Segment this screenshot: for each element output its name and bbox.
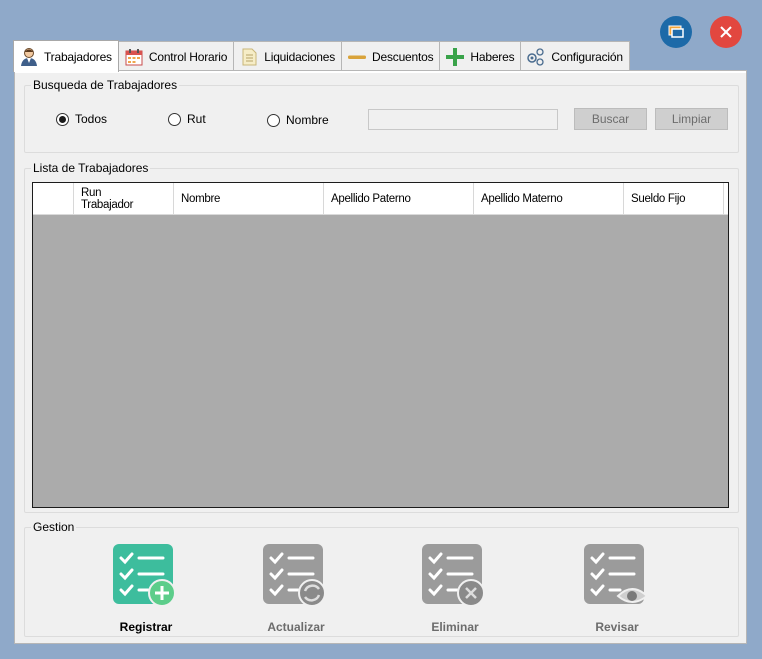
column-header-nombre[interactable]: Nombre <box>174 183 324 214</box>
tab-configuracion[interactable]: Configuración <box>520 41 630 71</box>
tab-label: Trabajadores <box>44 49 112 64</box>
radio-circle <box>56 112 69 126</box>
tab-trabajadores[interactable]: Trabajadores <box>13 40 119 72</box>
checklist-view-icon <box>584 544 650 610</box>
tab-strip: Trabajadores Control Horario Liquidacion… <box>13 40 630 72</box>
tab-control-horario[interactable]: Control Horario <box>117 41 235 71</box>
tab-haberes[interactable]: Haberes <box>439 41 522 71</box>
checklist-add-icon <box>113 544 179 610</box>
radio-circle <box>267 113 280 127</box>
plus-icon <box>445 47 465 67</box>
eliminar-button[interactable]: Eliminar <box>400 544 510 634</box>
column-header-apellido-materno[interactable]: Apellido Materno <box>474 183 624 214</box>
list-group-title: Lista de Trabajadores <box>31 161 151 175</box>
action-label: Eliminar <box>431 620 479 634</box>
document-icon <box>239 47 259 67</box>
search-button[interactable]: Buscar <box>574 108 647 130</box>
column-header-apellido-paterno[interactable]: Apellido Paterno <box>324 183 474 214</box>
minus-icon <box>347 47 367 67</box>
tab-label: Descuentos <box>372 49 434 64</box>
radio-nombre[interactable]: Nombre <box>267 113 329 127</box>
search-group: Busqueda de Trabajadores Todos Rut Nombr… <box>24 78 739 153</box>
tab-panel-trabajadores: Busqueda de Trabajadores Todos Rut Nombr… <box>14 70 747 644</box>
gestion-group-title: Gestion <box>31 520 77 534</box>
tab-label: Liquidaciones <box>264 49 336 64</box>
action-label: Registrar <box>119 620 173 634</box>
row-header-column <box>33 183 74 214</box>
search-input[interactable] <box>368 109 558 130</box>
column-header-run[interactable]: Run Trabajador <box>74 183 174 214</box>
calendar-icon <box>124 47 144 67</box>
action-label: Actualizar <box>267 620 325 634</box>
action-label: Revisar <box>595 620 639 634</box>
tab-label: Haberes <box>470 49 515 64</box>
checklist-delete-icon <box>422 544 488 610</box>
radio-todos[interactable]: Todos <box>56 112 107 126</box>
registrar-button[interactable]: Registrar <box>91 544 201 634</box>
grid-header: Run Trabajador Nombre Apellido Paterno A… <box>33 183 728 215</box>
radio-circle <box>168 112 181 126</box>
actualizar-button[interactable]: Actualizar <box>241 544 351 634</box>
window-stack-icon <box>668 25 684 38</box>
radio-label: Todos <box>75 112 108 126</box>
close-button[interactable] <box>710 16 742 48</box>
radio-label: Rut <box>187 112 206 126</box>
tab-liquidaciones[interactable]: Liquidaciones <box>233 41 343 71</box>
checklist-refresh-icon <box>263 544 329 610</box>
radio-label: Nombre <box>286 113 329 127</box>
revisar-button[interactable]: Revisar <box>562 544 672 634</box>
tab-label: Control Horario <box>148 49 228 64</box>
radio-rut[interactable]: Rut <box>168 112 206 126</box>
minimize-button[interactable] <box>660 16 692 48</box>
search-group-title: Busqueda de Trabajadores <box>31 78 180 92</box>
clear-button[interactable]: Limpiar <box>655 108 728 130</box>
workers-grid[interactable]: Run Trabajador Nombre Apellido Paterno A… <box>32 182 729 508</box>
close-icon <box>720 26 732 38</box>
tab-descuentos[interactable]: Descuentos <box>341 41 441 71</box>
gears-icon <box>526 47 546 67</box>
column-header-sueldo-fijo[interactable]: Sueldo Fijo <box>624 183 724 214</box>
tab-label: Configuración <box>551 49 623 64</box>
worker-icon <box>19 47 39 67</box>
